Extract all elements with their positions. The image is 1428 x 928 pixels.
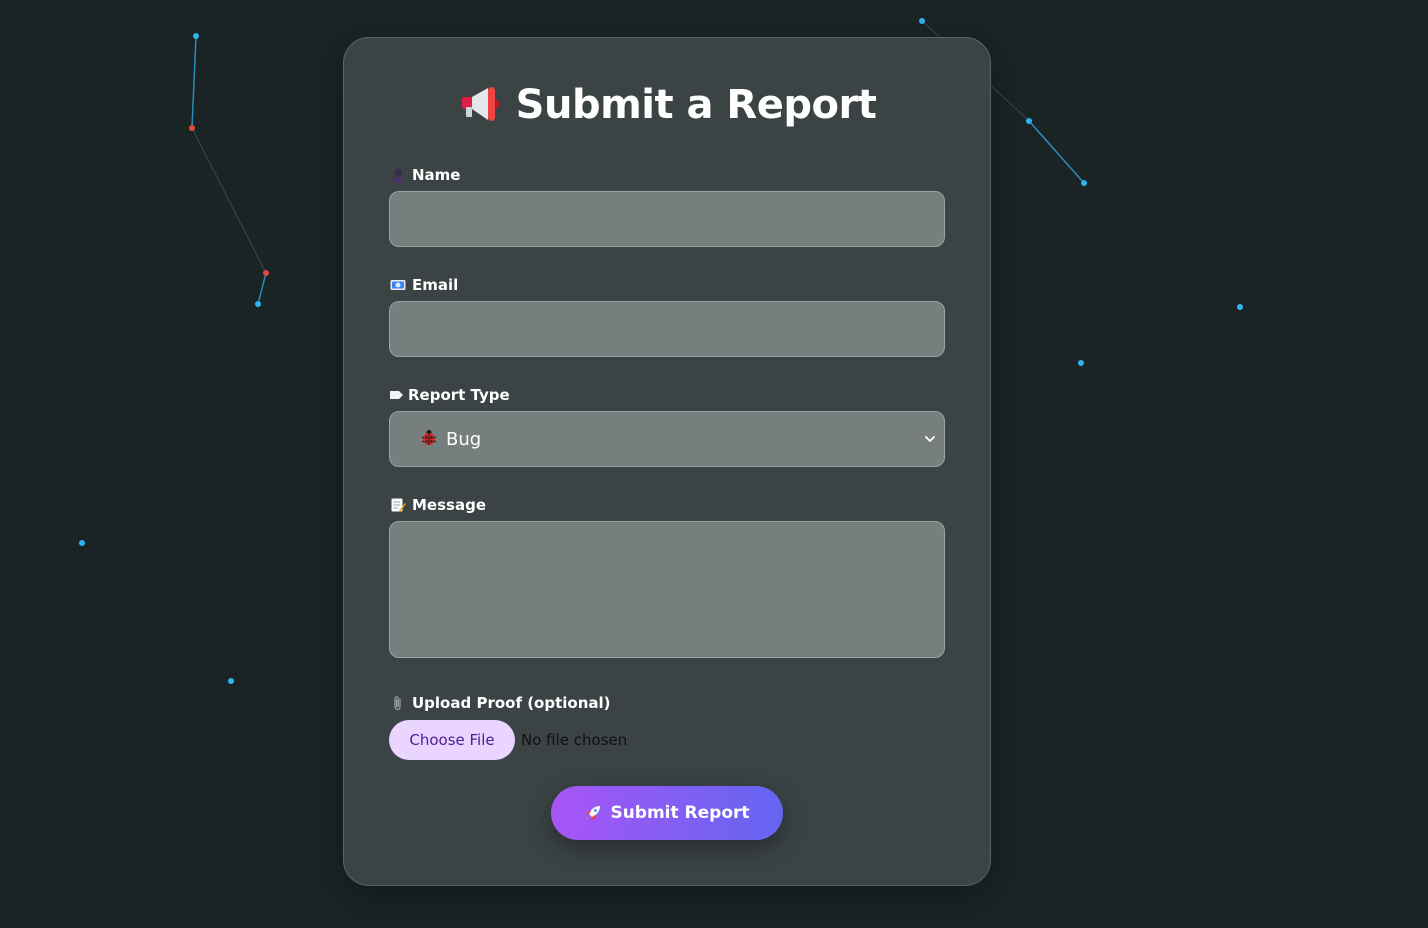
report-form-card: Submit a Report Name Email Report Type B… (343, 37, 991, 886)
particle-dot (193, 33, 199, 39)
particle-dot (1026, 118, 1032, 124)
chevron-down-icon (925, 436, 935, 442)
message-label-text: Message (412, 496, 486, 514)
message-label: Message (390, 496, 486, 514)
form-header: Submit a Report (344, 82, 990, 128)
particle-dot (1237, 304, 1243, 310)
particle-dot (1078, 360, 1084, 366)
name-label-text: Name (412, 166, 461, 184)
submit-report-button[interactable]: Submit Report (551, 786, 783, 840)
particle-dot (79, 540, 85, 546)
email-label: Email (390, 276, 458, 294)
particle-dot (263, 270, 269, 276)
name-input[interactable] (390, 192, 944, 246)
report-type-label: Report Type (388, 386, 510, 404)
file-status-text: No file chosen (521, 731, 628, 749)
ladybug-icon (420, 428, 438, 451)
megaphone-icon (458, 83, 502, 127)
email-field[interactable] (389, 301, 945, 357)
page-title: Submit a Report (515, 82, 877, 128)
message-textarea[interactable] (390, 522, 944, 657)
memo-icon (390, 497, 406, 513)
rocket-icon (584, 804, 602, 822)
report-type-select[interactable]: Bug (389, 411, 945, 467)
particle-dot (1081, 180, 1087, 186)
report-type-selected-value[interactable]: Bug (390, 412, 944, 466)
email-label-text: Email (412, 276, 459, 294)
upload-label: Upload Proof (optional) (390, 694, 611, 712)
name-label: Name (390, 166, 460, 184)
name-field[interactable] (389, 191, 945, 247)
particle-dot (255, 301, 261, 307)
choose-file-button[interactable]: Choose File (389, 720, 515, 760)
label-tag-icon (388, 387, 404, 403)
file-upload-control[interactable]: Choose File No file chosen (389, 720, 627, 760)
envelope-icon (390, 277, 406, 293)
particle-dot (919, 18, 925, 24)
paperclip-icon (390, 695, 406, 711)
report-type-label-text: Report Type (408, 386, 510, 404)
message-field[interactable] (389, 521, 945, 658)
submit-button-label: Submit Report (610, 803, 750, 823)
particle-dot (189, 125, 195, 131)
particle-dot (228, 678, 234, 684)
upload-label-text: Upload Proof (optional) (412, 694, 611, 712)
person-icon (390, 167, 406, 183)
report-type-value-text: Bug (446, 428, 482, 450)
email-input[interactable] (390, 302, 944, 356)
